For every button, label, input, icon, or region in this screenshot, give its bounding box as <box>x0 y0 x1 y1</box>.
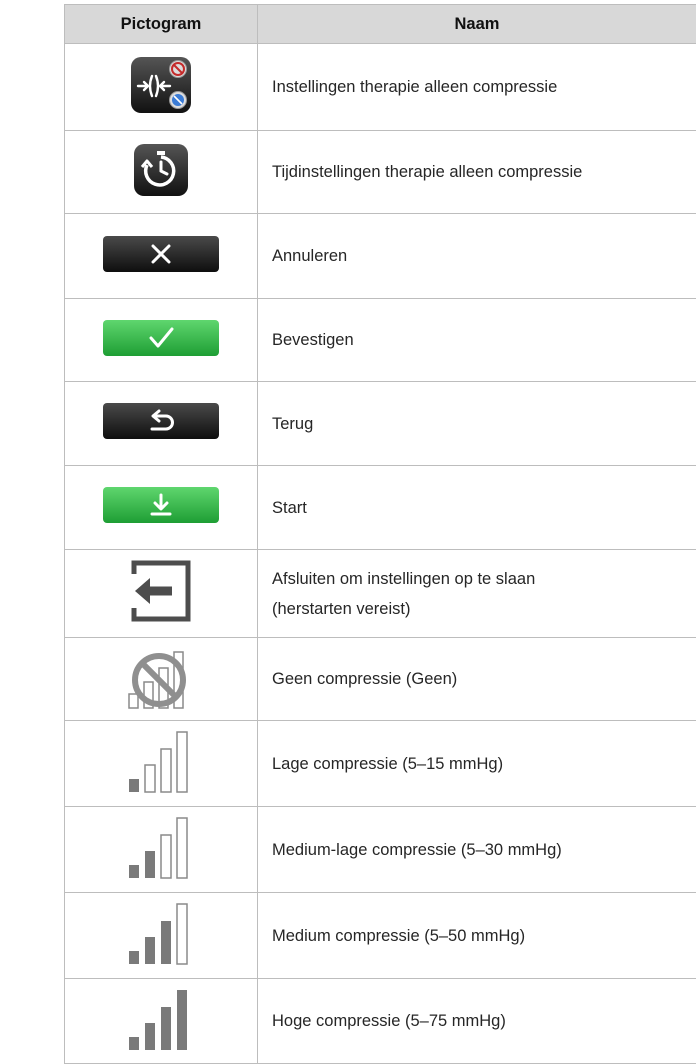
name-cell: Medium compressie (5–50 mmHg) <box>258 893 696 979</box>
table-row: Start <box>65 466 696 550</box>
pictogram-cell <box>65 382 258 466</box>
name-text: Afsluiten om instellingen op te slaan (h… <box>272 564 572 624</box>
header-name: Naam <box>258 5 696 44</box>
pictogram-cell <box>65 721 258 807</box>
name-cell: Geen compressie (Geen) <box>258 638 696 721</box>
exit-door-icon <box>128 558 194 629</box>
start-download-icon <box>102 486 220 529</box>
pictogram-cell <box>65 638 258 721</box>
table-row: Annuleren <box>65 214 696 299</box>
name-cell: Tijdinstellingen therapie alleen compres… <box>258 131 696 214</box>
table-row: Terug <box>65 382 696 466</box>
compression-therapy-settings-icon <box>130 56 192 119</box>
compression-level-2-icon <box>127 815 195 884</box>
pictogram-cell <box>65 299 258 382</box>
name-cell: Afsluiten om instellingen op te slaan (h… <box>258 550 696 638</box>
compression-level-3-icon <box>127 901 195 970</box>
name-cell: Instellingen therapie alleen compressie <box>258 44 696 131</box>
name-cell: Bevestigen <box>258 299 696 382</box>
name-cell: Terug <box>258 382 696 466</box>
pictogram-cell <box>65 893 258 979</box>
pictogram-cell <box>65 131 258 214</box>
name-cell: Annuleren <box>258 214 696 299</box>
pictogram-table-page: Pictogram Naam <box>0 0 696 1063</box>
cancel-x-icon <box>102 235 220 278</box>
pictogram-cell <box>65 466 258 550</box>
table-row: Afsluiten om instellingen op te slaan (h… <box>65 550 696 638</box>
table-row: Lage compressie (5–15 mmHg) <box>65 721 696 807</box>
back-arrow-icon <box>102 402 220 445</box>
name-cell: Start <box>258 466 696 550</box>
name-cell: Medium-lage compressie (5–30 mmHg) <box>258 807 696 893</box>
pictogram-cell <box>65 807 258 893</box>
pictogram-cell <box>65 979 258 1064</box>
pictogram-cell <box>65 550 258 638</box>
table-row: Medium-lage compressie (5–30 mmHg) <box>65 807 696 893</box>
pictogram-cell <box>65 214 258 299</box>
compression-level-1-icon <box>127 729 195 798</box>
table-row: Geen compressie (Geen) <box>65 638 696 721</box>
table-header-row: Pictogram Naam <box>65 5 696 44</box>
name-cell: Hoge compressie (5–75 mmHg) <box>258 979 696 1064</box>
table-row: Medium compressie (5–50 mmHg) <box>65 893 696 979</box>
pictogram-cell <box>65 44 258 131</box>
compression-level-4-icon <box>127 987 195 1056</box>
no-compression-icon <box>126 644 196 715</box>
name-cell: Lage compressie (5–15 mmHg) <box>258 721 696 807</box>
pictogram-table: Pictogram Naam <box>64 4 696 1064</box>
header-pictogram: Pictogram <box>65 5 258 44</box>
table-row: Bevestigen <box>65 299 696 382</box>
timer-settings-icon <box>133 143 189 202</box>
table-row: Hoge compressie (5–75 mmHg) <box>65 979 696 1064</box>
confirm-check-icon <box>102 319 220 362</box>
table-row: Tijdinstellingen therapie alleen compres… <box>65 131 696 214</box>
table-row: Instellingen therapie alleen compressie <box>65 44 696 131</box>
